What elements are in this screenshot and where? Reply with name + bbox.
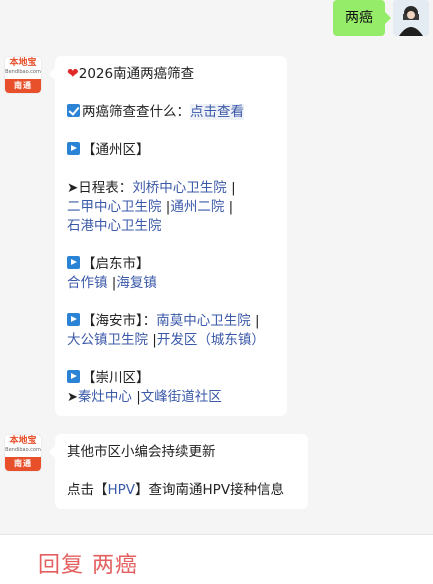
play-icon xyxy=(67,142,80,155)
user-avatar-image xyxy=(393,0,429,36)
link-dagong[interactable]: 大公镇卫生院 xyxy=(67,332,148,348)
chongchuan-header: 【崇川区】 xyxy=(82,370,150,386)
play-icon xyxy=(67,256,80,269)
tongzhou-header: 【通州区】 xyxy=(82,142,150,158)
bot-avatar-domain: Bendibao.com xyxy=(5,69,41,75)
play-icon xyxy=(67,370,80,383)
link-kaifaqu[interactable]: 开发区（城东镇） xyxy=(157,332,265,348)
hpv-link[interactable]: HPV xyxy=(108,482,136,498)
link-shigang[interactable]: 石港中心卫生院 xyxy=(67,218,162,234)
bot-avatar-city: 南通 xyxy=(5,457,41,471)
link-liuqiao[interactable]: 刘桥中心卫生院 xyxy=(132,180,227,196)
checkbox-icon xyxy=(67,104,80,117)
bot-avatar[interactable]: 本地宝 Bendibao.com 南通 xyxy=(5,435,41,471)
qidong-header: 【启东市】 xyxy=(82,256,150,272)
arrow-icon: ➤ xyxy=(67,390,78,405)
link-nanmo[interactable]: 南莫中心卫生院 xyxy=(156,313,251,329)
user-message-text: 两癌 xyxy=(345,10,373,26)
bot-avatar-site: 本地宝 xyxy=(9,58,37,68)
view-link[interactable]: 点击查看 xyxy=(190,104,244,120)
link-erjia[interactable]: 二甲中心卫生院 xyxy=(67,199,162,215)
link-tongzhou-eryuan[interactable]: 通州二院 xyxy=(170,199,224,215)
update-notice: 其他市区小编会持续更新 xyxy=(67,444,216,460)
link-wenfeng[interactable]: 文峰街道社区 xyxy=(141,389,222,405)
user-message-bubble: 两癌 xyxy=(333,0,391,36)
bot-avatar[interactable]: 本地宝 Bendibao.com 南通 xyxy=(5,57,41,93)
reply-bar[interactable]: 回复 两癌 xyxy=(0,534,433,584)
reply-hint: 回复 两癌 xyxy=(38,553,138,578)
message-title: ❤2026南通两癌筛查 xyxy=(67,66,195,82)
link-hezuo[interactable]: 合作镇 xyxy=(67,275,108,291)
play-icon xyxy=(67,313,80,326)
bot-message-bubble-2: 其他市区小编会持续更新 点击【HPV】查询南通HPV接种信息 xyxy=(49,434,308,509)
chat-page: 两癌 本地宝 Bendibao.com 南通 ❤2026南通两癌筛查 两癌筛查查… xyxy=(0,0,433,584)
schedule-label: ➤日程表： xyxy=(67,180,133,196)
bot-avatar-domain: Bendibao.com xyxy=(5,447,41,453)
link-haifu[interactable]: 海复镇 xyxy=(116,275,157,291)
user-avatar[interactable] xyxy=(393,0,429,36)
bot-avatar-city: 南通 xyxy=(5,79,41,93)
link-qinzao[interactable]: 秦灶中心 xyxy=(78,389,132,405)
heart-icon: ❤ xyxy=(67,66,79,82)
bot-message-bubble: ❤2026南通两癌筛查 两癌筛查查什么：点击查看 【通州区】 ➤日程表：刘桥中心… xyxy=(49,56,287,416)
bot-avatar-site: 本地宝 xyxy=(9,436,37,446)
haian-header: 【海安市】： xyxy=(82,313,157,329)
